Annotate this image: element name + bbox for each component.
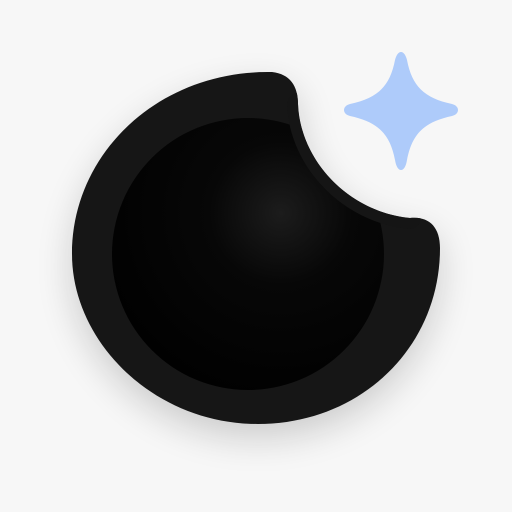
moon-sparkle-app-icon [72,52,458,424]
app-icon-canvas [0,0,512,512]
sparkle-icon [344,52,458,170]
moon-inner-circle [112,118,384,390]
